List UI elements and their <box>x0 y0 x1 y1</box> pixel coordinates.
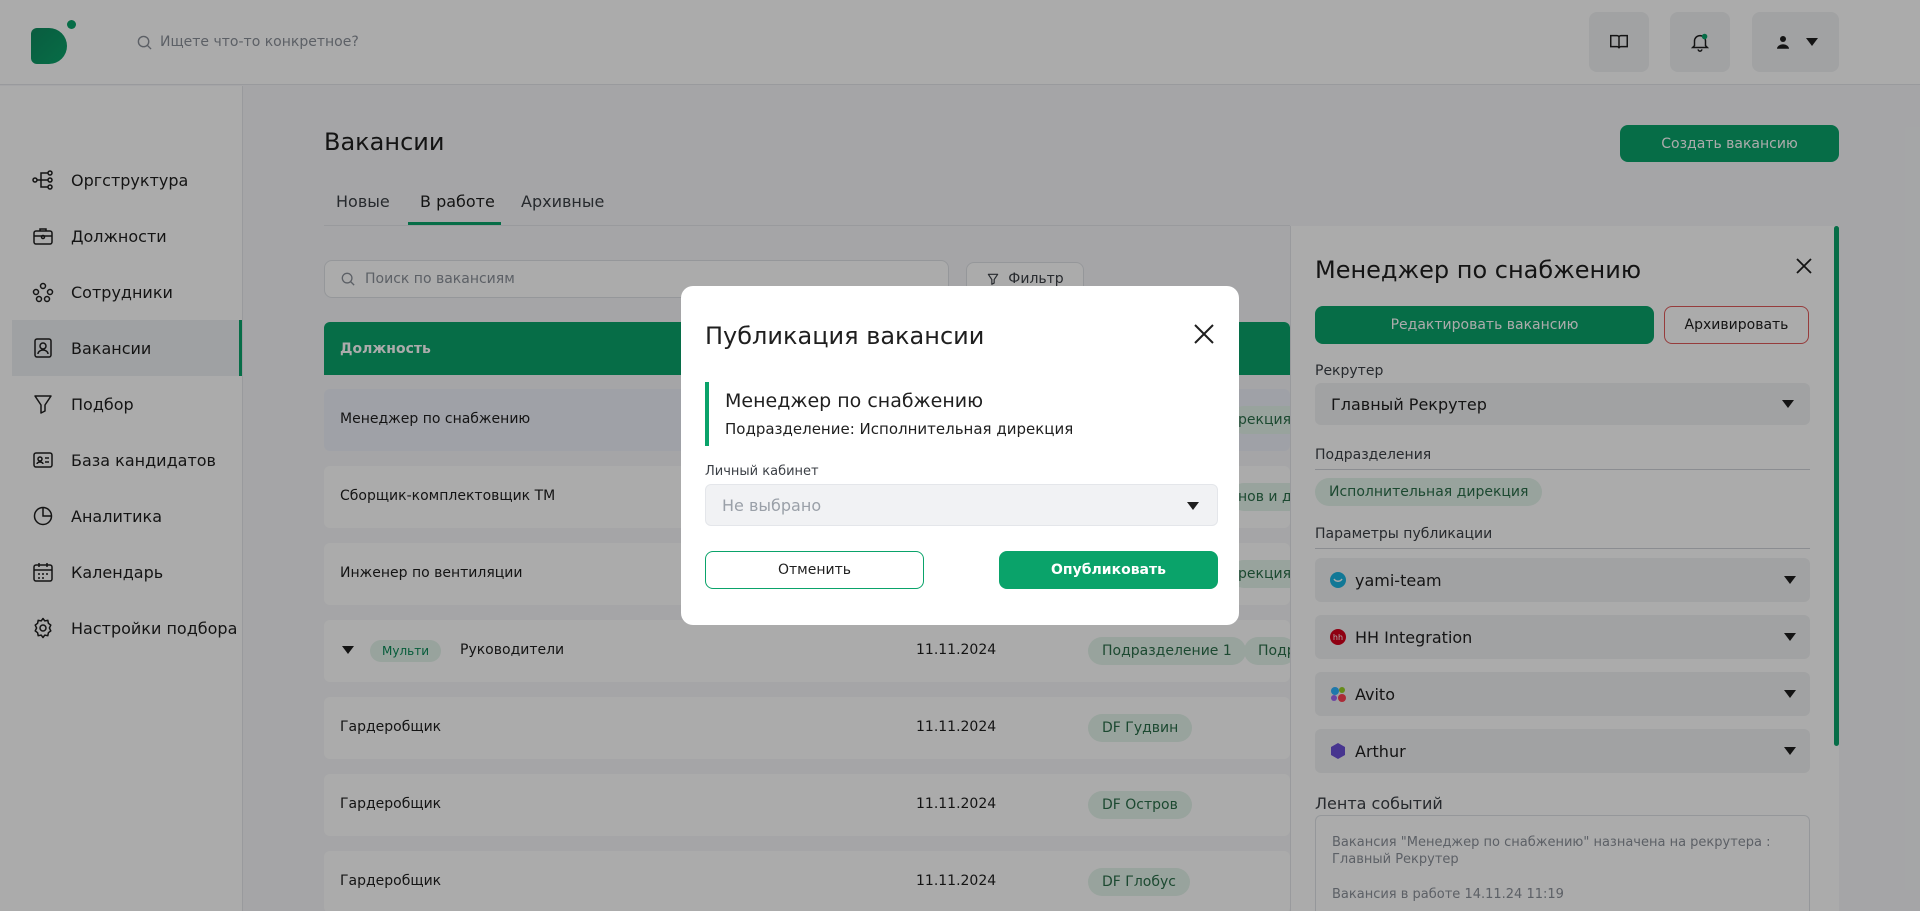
cancel-button[interactable]: Отменить <box>705 551 924 589</box>
chevron-down-icon <box>1187 502 1199 510</box>
modal-title: Публикация вакансии <box>705 322 985 350</box>
publish-vacancy-modal: Публикация вакансии Менеджер по снабжени… <box>681 286 1239 625</box>
publish-button[interactable]: Опубликовать <box>999 551 1218 589</box>
account-label: Личный кабинет <box>705 464 819 479</box>
vacancy-summary-title: Менеджер по снабжению <box>725 390 984 412</box>
account-select[interactable]: Не выбрано <box>705 484 1218 526</box>
account-select-value: Не выбрано <box>722 495 822 515</box>
vacancy-summary-division: Подразделение: Исполнительная дирекция <box>725 420 1074 438</box>
vacancy-summary: Менеджер по снабжению Подразделение: Исп… <box>705 382 1215 446</box>
close-icon[interactable] <box>1192 322 1216 346</box>
